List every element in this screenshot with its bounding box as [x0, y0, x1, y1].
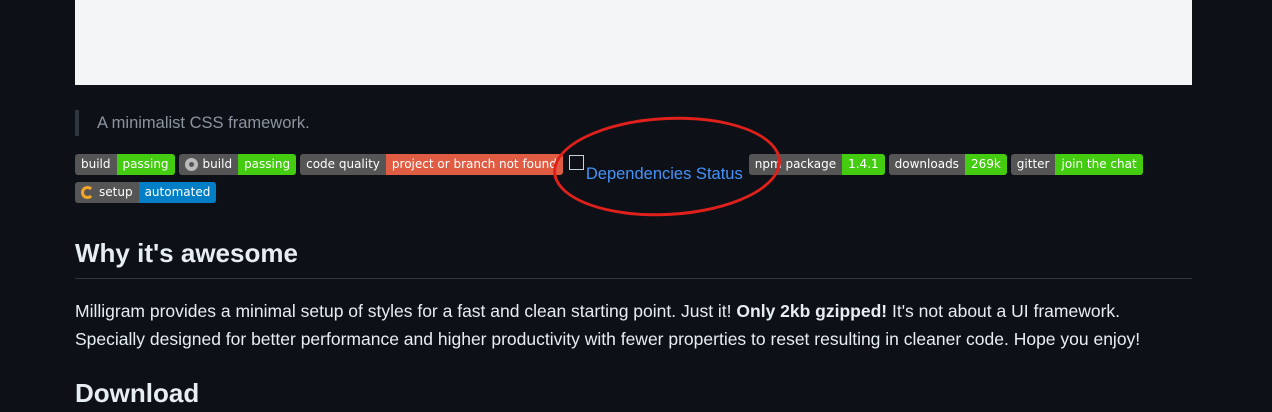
badge-label: build	[75, 154, 117, 175]
downloads-badge[interactable]: downloads 269k	[888, 154, 1007, 175]
badge-value: passing	[238, 154, 297, 175]
badge-value: 269k	[964, 154, 1007, 175]
why-paragraph: Milligram provides a minimal setup of st…	[75, 301, 1141, 349]
gitpod-icon	[81, 186, 94, 199]
gitpod-setup-badge[interactable]: setup automated	[75, 182, 217, 203]
code-quality-badge[interactable]: code quality project or branch not found	[300, 154, 563, 175]
badge-label: npm package	[748, 154, 843, 175]
bold-size-text: Only 2kb gzipped!	[736, 301, 888, 321]
gitter-badge[interactable]: gitter join the chat	[1010, 154, 1143, 175]
header-banner-image	[75, 0, 1192, 85]
badge-value: 1.4.1	[842, 154, 885, 175]
section-heading-download: Download	[75, 378, 200, 408]
dependencies-status-link[interactable]: Dependencies Status	[568, 154, 743, 182]
circleci-build-badge[interactable]: build passing	[178, 154, 297, 175]
badge-label: code quality	[300, 154, 386, 175]
dependencies-status-text: Dependencies Status	[585, 165, 743, 183]
badge-value: project or branch not found	[385, 154, 563, 175]
badge-value: passing	[116, 154, 175, 175]
circleci-icon	[184, 158, 198, 171]
badge-value: automated	[138, 182, 217, 203]
badge-label: build	[202, 157, 233, 171]
badge-row: setup automated	[75, 182, 220, 203]
build-badge[interactable]: build passing	[75, 154, 175, 175]
badge-label: gitter	[1010, 154, 1056, 175]
npm-package-badge[interactable]: npm package 1.4.1	[748, 154, 885, 175]
broken-image-icon	[568, 155, 584, 170]
tagline-blockquote: A minimalist CSS framework.	[75, 110, 310, 136]
badge-row: build passing build passing code quality…	[75, 154, 1147, 182]
badge-label: setup	[99, 185, 133, 199]
section-heading-why: Why it's awesome	[75, 238, 1192, 279]
badge-label: downloads	[888, 154, 965, 175]
badge-value: join the chat	[1055, 154, 1143, 175]
